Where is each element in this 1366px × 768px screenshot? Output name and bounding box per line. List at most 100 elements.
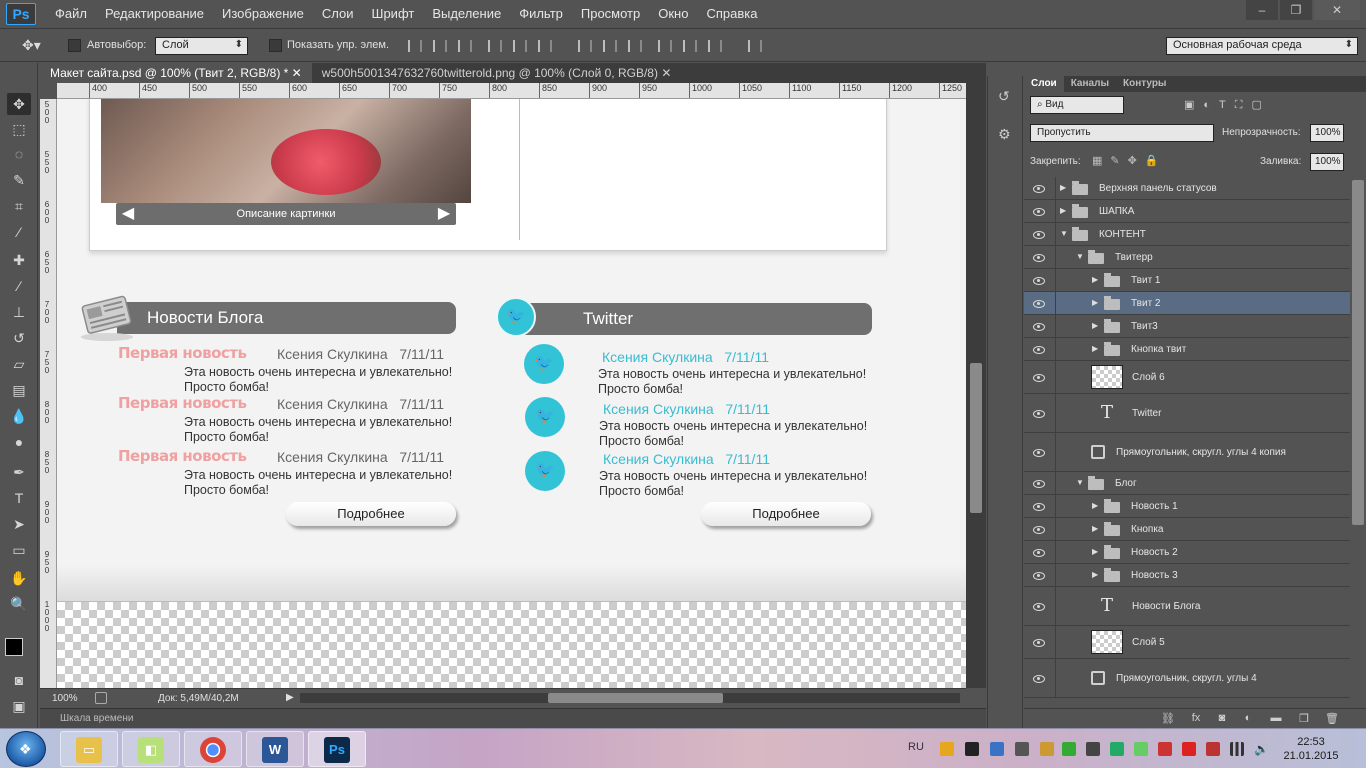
eye-icon[interactable]	[1032, 345, 1046, 355]
layer-row[interactable]: ▶ Верхняя панель статусов	[1024, 177, 1350, 200]
layer-row[interactable]: ▶ ШАПКА	[1024, 200, 1350, 223]
layer-row[interactable]: T Новости Блога	[1024, 587, 1350, 626]
screen-mode-icon[interactable]: ▣	[7, 695, 31, 717]
layer-row[interactable]: ▶ Твит3	[1024, 315, 1350, 338]
document-canvas[interactable]: ◀ Описание картинки ▶ Новости Блога Перв…	[57, 99, 966, 688]
layer-row[interactable]: ▶ Твит 1	[1024, 269, 1350, 292]
layer-row[interactable]: ▼ КОНТЕНТ	[1024, 223, 1350, 246]
eye-icon[interactable]	[1032, 638, 1046, 648]
eye-icon[interactable]	[1032, 525, 1046, 535]
taskbar-sticky-notes[interactable]: ◧	[122, 731, 180, 767]
layer-row[interactable]: T Twitter	[1024, 394, 1350, 433]
layer-row[interactable]: ▼ Твитерр	[1024, 246, 1350, 269]
marquee-tool-icon[interactable]: ⬚	[7, 118, 31, 140]
layer-row[interactable]: Прямоугольник, скругл. углы 4	[1024, 659, 1350, 698]
expand-icon[interactable]: ▶	[1092, 298, 1098, 307]
new-layer-icon[interactable]: ❐	[1296, 712, 1312, 726]
blend-mode-select[interactable]: Пропустить	[1030, 124, 1214, 142]
brush-tool-icon[interactable]: ∕	[7, 275, 31, 297]
autoselect-checkbox[interactable]	[68, 39, 81, 52]
tab-twitter-png[interactable]: w500h5001347632760twitterold.png @ 100% …	[312, 63, 682, 83]
tray-app-icon[interactable]	[1110, 742, 1124, 756]
layer-row[interactable]: ▼ Блог	[1024, 472, 1350, 495]
distribute-vcenter-icon[interactable]	[600, 38, 617, 54]
menu-window[interactable]: Окно	[649, 0, 697, 28]
menu-type[interactable]: Шрифт	[363, 0, 424, 28]
align-hcenter-icon[interactable]	[510, 38, 527, 54]
opacity-input[interactable]: 100%	[1310, 124, 1344, 142]
foreground-color-swatch[interactable]	[5, 638, 23, 656]
layer-style-icon[interactable]: fx	[1188, 712, 1204, 726]
show-controls-checkbox[interactable]	[269, 39, 282, 52]
align-right-icon[interactable]	[535, 38, 552, 54]
tray-app-icon[interactable]	[1062, 742, 1076, 756]
timeline-label[interactable]: Шкала времени	[60, 713, 133, 724]
collapse-icon[interactable]: ▼	[1076, 252, 1084, 261]
expand-icon[interactable]: ▶	[1060, 206, 1066, 215]
tray-app-icon[interactable]	[1134, 742, 1148, 756]
blog-more-button[interactable]: Подробнее	[286, 502, 456, 526]
close-icon[interactable]: ✕	[292, 66, 302, 80]
tray-app-icon[interactable]	[990, 742, 1004, 756]
eye-icon[interactable]	[1032, 571, 1046, 581]
move-tool-icon[interactable]: ✥	[7, 93, 31, 115]
layer-row[interactable]: Слой 6	[1024, 361, 1350, 394]
distribute-top-icon[interactable]	[575, 38, 592, 54]
type-tool-icon[interactable]: T	[7, 487, 31, 509]
expand-icon[interactable]: ▶	[1092, 321, 1098, 330]
collapse-icon[interactable]: ▼	[1060, 229, 1068, 238]
workspace-select[interactable]: Основная рабочая среда	[1166, 37, 1358, 55]
taskbar-word[interactable]: W	[246, 731, 304, 767]
eye-icon[interactable]	[1032, 322, 1046, 332]
pen-tool-icon[interactable]: ✒	[7, 461, 31, 483]
align-left-icon[interactable]	[485, 38, 502, 54]
tab-layers[interactable]: Слои	[1024, 76, 1064, 92]
distribute-hcenter-icon[interactable]	[680, 38, 697, 54]
fill-input[interactable]: 100%	[1310, 153, 1344, 171]
layer-row-selected[interactable]: ▶ Твит 2	[1024, 292, 1350, 315]
distribute-bottom-icon[interactable]	[625, 38, 642, 54]
tray-app-icon[interactable]	[940, 742, 954, 756]
menu-filter[interactable]: Фильтр	[510, 0, 572, 28]
lasso-tool-icon[interactable]: ◌	[7, 143, 31, 165]
expand-icon[interactable]: ▶	[1092, 275, 1098, 284]
healing-tool-icon[interactable]: ✚	[7, 249, 31, 271]
eye-icon[interactable]	[1032, 299, 1046, 309]
close-icon[interactable]: ✕	[661, 66, 671, 80]
canvas-horizontal-scrollbar[interactable]	[300, 693, 960, 703]
path-select-tool-icon[interactable]: ➤	[7, 513, 31, 535]
status-menu-icon[interactable]	[95, 692, 107, 704]
layer-row[interactable]: Слой 5	[1024, 626, 1350, 659]
ati-icon[interactable]	[1182, 742, 1196, 756]
layer-row[interactable]: Прямоугольник, скругл. углы 4 копия	[1024, 433, 1350, 472]
tray-app-icon[interactable]	[1158, 742, 1172, 756]
tray-app-icon[interactable]	[1206, 742, 1220, 756]
menu-view[interactable]: Просмотр	[572, 0, 649, 28]
tab-mockup[interactable]: Макет сайта.psd @ 100% (Твит 2, RGB/8) *…	[40, 63, 312, 83]
auto-align-icon[interactable]	[745, 38, 762, 54]
eyedropper-tool-icon[interactable]: ⁄	[7, 221, 31, 243]
expand-icon[interactable]: ▶	[1092, 547, 1098, 556]
align-vcenter-icon[interactable]	[430, 38, 447, 54]
autoselect-select[interactable]: Слой	[155, 37, 248, 55]
signal-icon[interactable]	[1230, 742, 1244, 756]
quick-select-tool-icon[interactable]: ✎	[7, 169, 31, 191]
expand-icon[interactable]: ▶	[1092, 570, 1098, 579]
gradient-tool-icon[interactable]: ▤	[7, 379, 31, 401]
history-panel-icon[interactable]: ↺	[998, 88, 1010, 105]
minimize-icon[interactable]: –	[1246, 0, 1278, 20]
expand-icon[interactable]: ▶	[1092, 524, 1098, 533]
layers-scroll-thumb[interactable]	[1352, 180, 1364, 525]
new-group-icon[interactable]: ▬	[1268, 712, 1284, 726]
volume-icon[interactable]: 🔊	[1254, 742, 1269, 756]
taskbar-explorer[interactable]: ▭	[60, 731, 118, 767]
adjustment-layer-icon[interactable]: ◐	[1240, 712, 1256, 726]
distribute-left-icon[interactable]	[655, 38, 672, 54]
expand-icon[interactable]: ▶	[1092, 501, 1098, 510]
history-brush-tool-icon[interactable]: ↺	[7, 327, 31, 349]
expand-icon[interactable]: ▶	[1092, 344, 1098, 353]
expand-icon[interactable]: ▶	[1060, 183, 1066, 192]
start-button[interactable]: ❖	[6, 731, 46, 767]
language-indicator[interactable]: RU	[908, 741, 924, 753]
tab-paths[interactable]: Контуры	[1116, 76, 1173, 92]
